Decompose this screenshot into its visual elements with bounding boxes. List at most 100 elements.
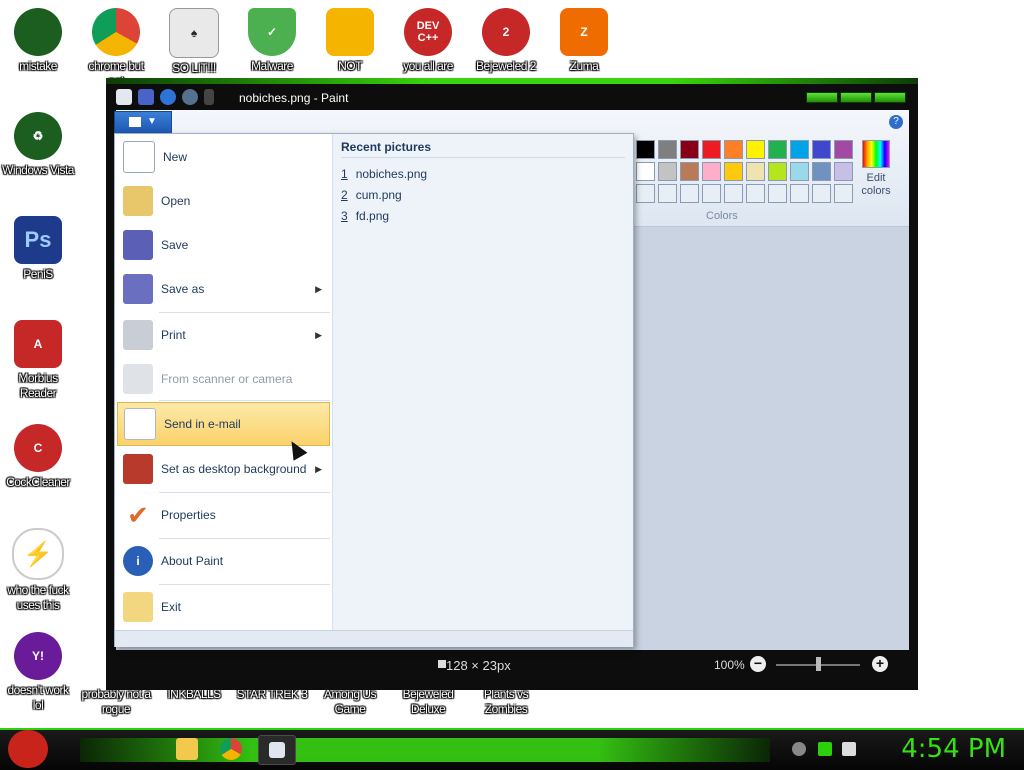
start-button[interactable]: [8, 730, 48, 768]
brush-icon: C: [14, 424, 62, 472]
paint-menu-button[interactable]: ▼: [114, 111, 172, 135]
chevron-down-icon: ▼: [147, 116, 157, 127]
color-swatch[interactable]: [724, 184, 743, 203]
color-swatch[interactable]: [768, 162, 787, 181]
close-button[interactable]: [874, 92, 906, 103]
menu-item-exit[interactable]: Exit: [117, 586, 330, 628]
color-swatch[interactable]: [636, 184, 655, 203]
desktop-icon-so-lit[interactable]: ♠ SO LIT!!!: [158, 8, 230, 76]
desktop-icon-penis[interactable]: Ps PeniS: [2, 216, 74, 282]
color-swatch[interactable]: [790, 140, 809, 159]
color-swatch[interactable]: [636, 162, 655, 181]
color-swatch[interactable]: [746, 162, 765, 181]
color-swatch[interactable]: [658, 140, 677, 159]
color-swatch[interactable]: [834, 140, 853, 159]
desktop-icon-you-all-are[interactable]: DEV C++ you all are: [392, 8, 464, 74]
color-swatch[interactable]: [768, 184, 787, 203]
color-swatch[interactable]: [768, 140, 787, 159]
menu-item-label: About Paint: [161, 554, 224, 568]
edit-colors-button[interactable]: Edit colors: [858, 140, 894, 198]
chevron-down-icon[interactable]: [204, 89, 214, 105]
color-swatch[interactable]: [636, 140, 655, 159]
menu-item-properties[interactable]: ✔ Properties: [117, 494, 330, 536]
color-swatch[interactable]: [812, 184, 831, 203]
desktop-icon-zuma[interactable]: Z Zuma: [548, 8, 620, 74]
menu-item-label: Properties: [161, 508, 216, 522]
menu-item-open[interactable]: Open: [117, 180, 330, 222]
color-swatch[interactable]: [680, 140, 699, 159]
zoom-slider-thumb[interactable]: [816, 657, 821, 671]
menu-item-new[interactable]: New: [117, 136, 330, 178]
color-swatch[interactable]: [702, 162, 721, 181]
desktop-icon-not[interactable]: NOT: [314, 8, 386, 74]
taskbar: 4:54 PM: [0, 728, 1024, 770]
desktop-icon-label: mistake: [19, 59, 57, 73]
zoom-in-button[interactable]: +: [872, 656, 888, 672]
recent-item[interactable]: 3 fd.png: [341, 209, 389, 223]
desktop-icon-doesnt-work[interactable]: Y! doesn't work lol: [2, 632, 74, 713]
recycle-icon: ♻: [14, 112, 62, 160]
color-palette: [636, 140, 853, 203]
color-swatch[interactable]: [834, 162, 853, 181]
color-swatch[interactable]: [834, 184, 853, 203]
desktop-icon-mistake[interactable]: mistake: [2, 8, 74, 74]
color-swatch[interactable]: [790, 162, 809, 181]
chrome-icon[interactable]: [220, 738, 242, 760]
show-hidden-icons-icon[interactable]: [792, 742, 806, 756]
desktop-icon-label: SO LIT!!!: [172, 61, 216, 75]
taskbar-clock[interactable]: 4:54 PM: [901, 734, 1006, 764]
desktop-icon-label: Plants vs Zombies: [483, 687, 529, 716]
recent-item[interactable]: 1 nobiches.png: [341, 167, 427, 181]
color-swatch[interactable]: [702, 140, 721, 159]
desktop-icon-morbius-reader[interactable]: A Morbius Reader: [2, 320, 74, 401]
zoom-out-button[interactable]: −: [750, 656, 766, 672]
network-icon[interactable]: [818, 742, 832, 756]
menu-item-save-as[interactable]: Save as ▶: [117, 268, 330, 310]
desktop-icon-malware[interactable]: ✓ Malware: [236, 8, 308, 74]
desktop-icon-windows-vista[interactable]: ♻ Windows Vista: [2, 112, 74, 178]
menu-item-save[interactable]: Save: [117, 224, 330, 266]
maximize-button[interactable]: [840, 92, 872, 103]
desktop-icon-who-uses-this[interactable]: ⚡ who the fuck uses this: [2, 528, 74, 613]
devcpp-icon: DEV C++: [404, 8, 452, 56]
color-swatch[interactable]: [790, 184, 809, 203]
desktop-icon-label: NOT: [338, 59, 362, 73]
help-icon[interactable]: ?: [889, 115, 903, 129]
recent-pictures-heading: Recent pictures: [341, 140, 432, 154]
color-swatch[interactable]: [812, 140, 831, 159]
color-swatch[interactable]: [658, 184, 677, 203]
menu-separator: [159, 400, 330, 401]
desktop-background-icon: [123, 454, 153, 484]
window-controls: [806, 92, 906, 103]
pdf-icon: A: [14, 320, 62, 368]
desktop-icon-chrome[interactable]: chrome but not: [80, 8, 152, 89]
volume-icon[interactable]: [842, 742, 856, 756]
desktop-icon-cockcleaner[interactable]: C CockCleaner: [2, 424, 74, 490]
save-icon[interactable]: [138, 89, 154, 105]
minimize-button[interactable]: [806, 92, 838, 103]
color-swatch[interactable]: [702, 184, 721, 203]
color-swatch[interactable]: [680, 162, 699, 181]
paint-app-icon[interactable]: [116, 89, 132, 105]
taskbar-paint-button[interactable]: [258, 735, 296, 765]
desktop-icon-bejeweled-2[interactable]: 2 Bejeweled 2: [470, 8, 542, 74]
redo-icon[interactable]: [182, 89, 198, 105]
recent-item[interactable]: 2 cum.png: [341, 188, 402, 202]
color-swatch[interactable]: [724, 162, 743, 181]
shield-icon: ✓: [248, 8, 296, 56]
color-swatch[interactable]: [746, 184, 765, 203]
menu-item-print[interactable]: Print ▶: [117, 314, 330, 356]
explorer-icon[interactable]: [176, 738, 198, 760]
color-swatch[interactable]: [724, 140, 743, 159]
color-swatch[interactable]: [680, 184, 699, 203]
desktop-icon-label: Windows Vista: [2, 163, 74, 177]
menu-item-about[interactable]: i About Paint: [117, 540, 330, 582]
desktop-icon-label: doesn't work lol: [7, 683, 70, 712]
color-swatch[interactable]: [746, 140, 765, 159]
undo-icon[interactable]: [160, 89, 176, 105]
title-bar[interactable]: nobiches.png - Paint: [106, 84, 918, 110]
scanner-icon: [123, 364, 153, 394]
color-swatch[interactable]: [658, 162, 677, 181]
color-swatch[interactable]: [812, 162, 831, 181]
chevron-right-icon: ▶: [315, 283, 322, 294]
